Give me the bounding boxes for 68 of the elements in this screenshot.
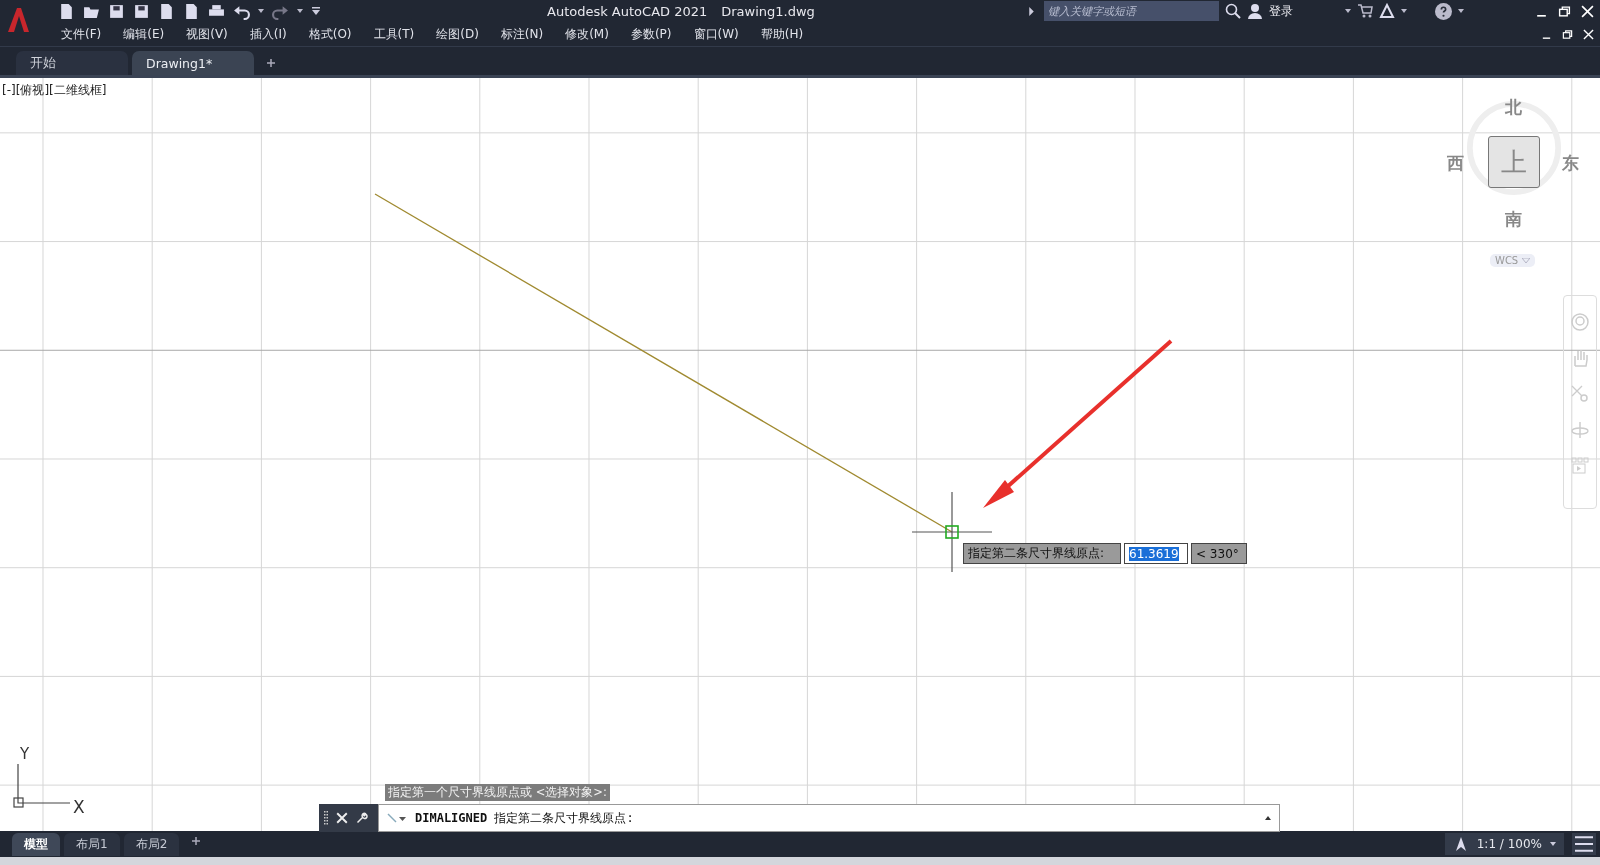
menu-item[interactable]: 标注(N) — [489, 25, 555, 43]
tab-label: Drawing1* — [146, 55, 213, 71]
compass-ring-icon — [1466, 100, 1562, 196]
save-as-icon[interactable] — [133, 2, 150, 20]
menu-item[interactable]: 绘图(D) — [425, 25, 490, 43]
caret-icon — [1550, 842, 1556, 846]
grip-icon[interactable] — [324, 810, 328, 826]
menu-item[interactable]: 窗口(W) — [682, 25, 750, 43]
angle-input[interactable]: < 330° — [1191, 543, 1247, 564]
expand-arrow-icon[interactable] — [1028, 6, 1034, 16]
add-tab-icon[interactable] — [266, 58, 276, 68]
help-icon[interactable] — [1434, 2, 1452, 20]
menu-item[interactable]: 文件(F) — [50, 25, 113, 43]
history-arrow-icon[interactable] — [1265, 816, 1271, 820]
app-logo-icon[interactable] — [6, 6, 30, 34]
document-icon[interactable] — [158, 2, 175, 20]
command-history: 指定第一个尺寸界线原点或 <选择对象>: — [385, 784, 610, 801]
document-tab[interactable]: Drawing1* — [132, 51, 254, 75]
compass-south[interactable]: 南 — [1505, 208, 1522, 231]
command-icon[interactable] — [387, 813, 407, 823]
sign-in-link[interactable]: 登录 — [1268, 2, 1339, 20]
menu-icon[interactable] — [1572, 833, 1596, 855]
command-line-field[interactable]: DIMALIGNED 指定第二条尺寸界线原点: — [378, 804, 1280, 832]
cart-icon[interactable] — [1356, 3, 1373, 19]
search-field[interactable]: 键入关键字或短语 — [1043, 1, 1219, 21]
wrench-icon[interactable] — [356, 811, 368, 825]
import-icon[interactable] — [183, 2, 200, 20]
restore-icon[interactable] — [1558, 4, 1571, 18]
customize-icon[interactable] — [311, 6, 321, 16]
compass-north[interactable]: 北 — [1505, 96, 1522, 119]
caret-icon[interactable] — [1344, 9, 1351, 13]
caret-icon[interactable] — [258, 9, 264, 13]
menu-item[interactable]: 视图(V) — [175, 25, 239, 43]
layout-tab[interactable]: 布局2 — [123, 832, 180, 856]
caret-icon — [1522, 258, 1531, 263]
annotation-scale-button[interactable]: 1:1 / 100% — [1444, 833, 1564, 855]
menu-item[interactable]: 修改(M) — [554, 25, 620, 43]
network-icon[interactable] — [1378, 3, 1395, 19]
layout-tab[interactable]: 布局1 — [64, 832, 120, 856]
new-file-icon[interactable] — [58, 2, 75, 20]
add-tab-icon[interactable] — [191, 835, 202, 846]
caret-icon[interactable] — [1400, 9, 1407, 13]
window-title: Autodesk AutoCAD 2021 Drawing1.dwg — [547, 3, 815, 19]
menu-item[interactable]: 工具(T) — [362, 25, 426, 43]
menu-item[interactable]: 编辑(E) — [112, 25, 176, 43]
search-icon[interactable] — [1224, 3, 1241, 19]
caret-icon[interactable] — [297, 9, 303, 13]
compass-east[interactable]: 东 — [1562, 152, 1579, 175]
layout-tab[interactable]: 模型 — [12, 832, 60, 856]
viewport-label[interactable]: [-][俯视][二维线框] — [2, 82, 107, 99]
menu-item[interactable]: 格式(O) — [297, 25, 363, 43]
axis-label: X — [73, 797, 85, 817]
dynamic-input-prompt: 指定第二条尺寸界线原点: — [963, 543, 1121, 564]
restore-icon[interactable] — [1562, 28, 1573, 40]
menu-item[interactable]: 参数(P) — [619, 25, 683, 43]
tab-label: 开始 — [30, 54, 56, 72]
menu-item[interactable]: 插入(I) — [238, 25, 298, 43]
command-text: DIMALIGNED 指定第二条尺寸界线原点: — [415, 809, 634, 827]
menu-item[interactable]: 帮助(H) — [749, 25, 815, 43]
close-icon[interactable] — [336, 811, 348, 825]
ucs-icon — [13, 763, 71, 808]
document-tab[interactable]: 开始 — [16, 51, 128, 75]
user-icon[interactable] — [1246, 3, 1263, 19]
axis-label: Y — [20, 745, 30, 763]
compass-west[interactable]: 西 — [1447, 152, 1464, 175]
length-input[interactable]: 61.3619 — [1124, 543, 1188, 564]
save-icon[interactable] — [108, 2, 125, 20]
caret-icon[interactable] — [1457, 9, 1464, 13]
